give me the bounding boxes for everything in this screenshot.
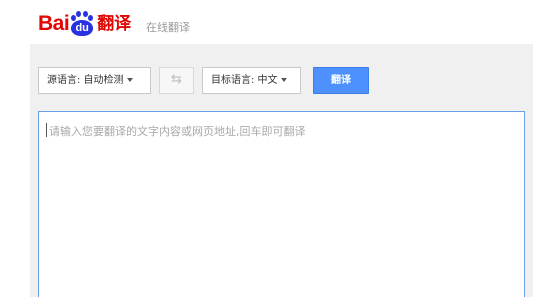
swap-arrows-icon: ⇆ <box>171 72 182 87</box>
swap-languages-button[interactable]: ⇆ <box>159 67 194 94</box>
text-cursor <box>46 123 47 137</box>
target-language-select[interactable]: 目标语言: 中文 <box>202 67 301 94</box>
translate-button[interactable]: 翻译 <box>313 67 369 94</box>
source-language-select[interactable]: 源语言: 自动检测 <box>38 67 151 94</box>
source-language-label: 源语言: 自动检测 <box>47 75 124 86</box>
header: Bai du 翻译 在线翻译 <box>0 0 533 44</box>
logo-text-bai: Bai <box>38 12 70 35</box>
logo-text-fanyi: 翻译 <box>97 14 132 34</box>
baidu-translate-logo[interactable]: Bai du 翻译 <box>38 11 131 37</box>
chevron-down-icon <box>280 78 287 82</box>
target-language-label: 目标语言: 中文 <box>211 75 278 86</box>
logo-text-du: du <box>71 20 94 36</box>
tagline: 在线翻译 <box>146 21 190 34</box>
source-text-input[interactable]: 请输入您要翻译的文字内容或网页地址,回车即可翻译 <box>38 111 525 297</box>
paw-icon: du <box>70 11 94 37</box>
chevron-down-icon <box>126 78 133 82</box>
input-placeholder: 请输入您要翻译的文字内容或网页地址,回车即可翻译 <box>49 125 306 138</box>
